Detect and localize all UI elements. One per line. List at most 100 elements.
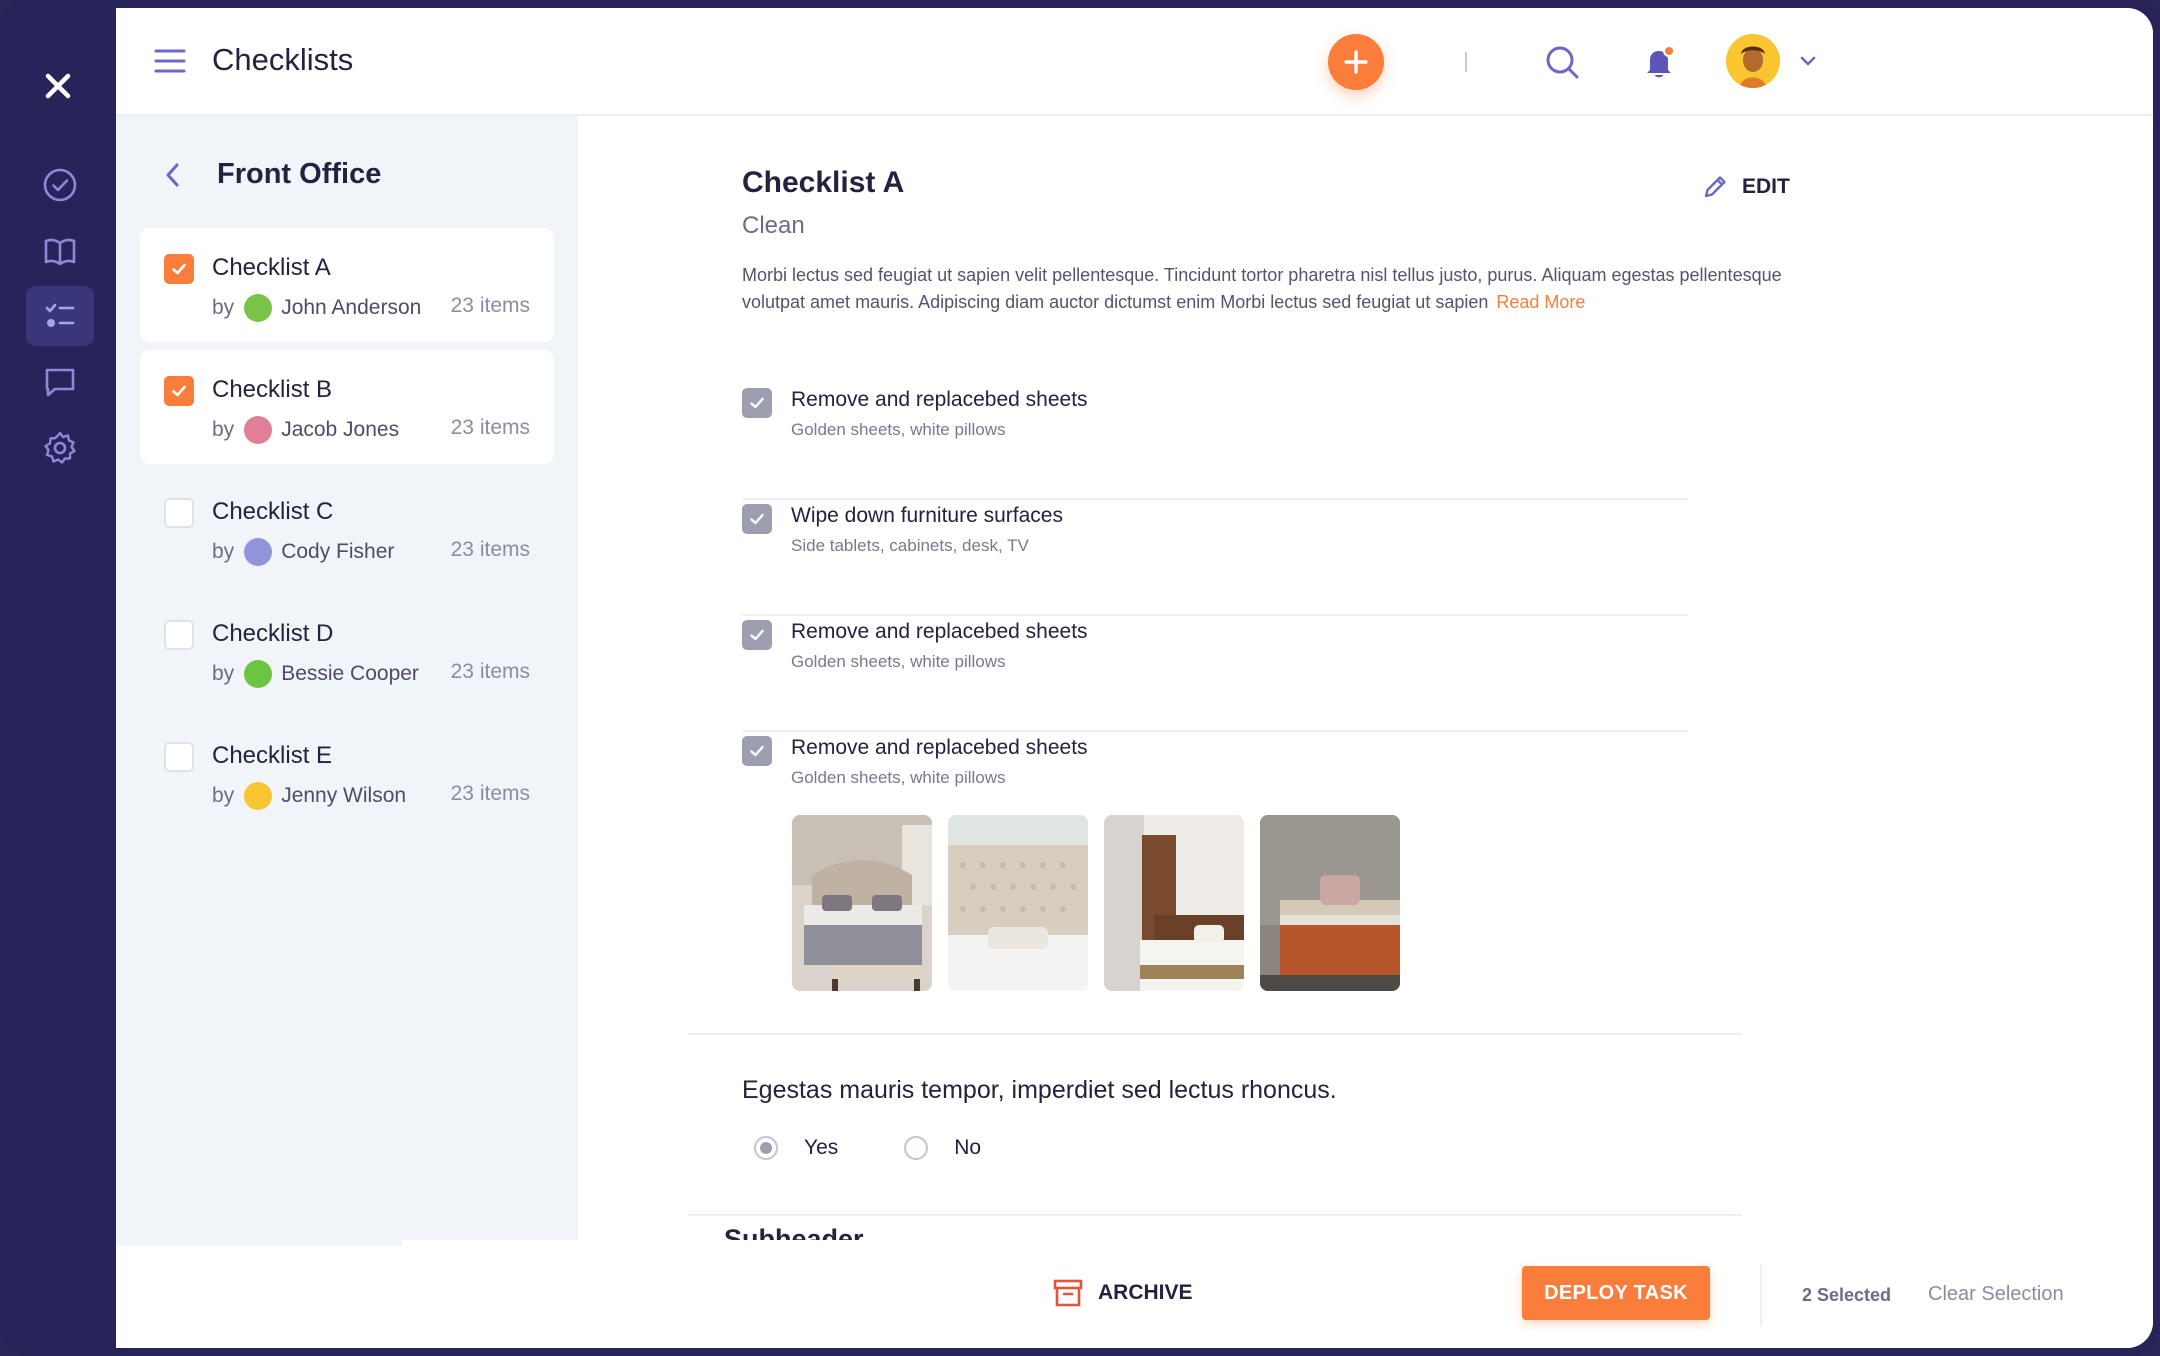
checkbox-checked[interactable]: [164, 254, 194, 284]
task-row[interactable]: Remove and replacebed sheets Golden shee…: [742, 616, 1688, 732]
task-note: Golden sheets, white pillows: [791, 652, 1006, 671]
task-checkbox[interactable]: [742, 504, 772, 534]
chevron-left-icon[interactable]: [162, 160, 184, 190]
add-button[interactable]: [1328, 34, 1384, 90]
author-name: Jacob Jones: [281, 418, 400, 441]
checklist-item[interactable]: Checklist E by Jenny Wilson 23 items: [140, 716, 554, 830]
by-label: by: [212, 784, 235, 807]
task-checkbox[interactable]: [742, 736, 772, 766]
checklist-detail: Checklist A Clean EDIT Morbi lectus sed …: [578, 116, 2153, 1246]
answer-options: Yes No: [754, 1136, 981, 1160]
check-icon: [750, 513, 764, 525]
nav-settings[interactable]: [26, 418, 94, 478]
task-checkbox[interactable]: [742, 388, 772, 418]
check-circle-icon: [43, 168, 77, 202]
bedroom-photo: [792, 815, 932, 991]
nav-tasks[interactable]: [26, 155, 94, 215]
checklist-icon: [45, 303, 75, 327]
plus-icon: [1344, 50, 1368, 74]
nav-rail: [0, 0, 116, 1356]
by-label: by: [212, 296, 235, 319]
archive-button[interactable]: ARCHIVE: [1052, 1278, 1193, 1308]
check-icon: [750, 397, 764, 409]
author-avatar: [244, 294, 273, 322]
checklist-item[interactable]: Checklist A by John Anderson 23 items: [140, 228, 554, 342]
app-window: Checklists Front Office Checklist A by J…: [116, 8, 2153, 1348]
description-text: Morbi lectus sed feugiat ut sapien velit…: [742, 265, 1782, 312]
section-divider: [688, 1214, 1742, 1216]
detail-description: Morbi lectus sed feugiat ut sapien velit…: [742, 262, 1802, 316]
bell-icon[interactable]: [1640, 42, 1678, 82]
photo-thumbnail[interactable]: [1260, 815, 1400, 991]
menu-icon[interactable]: [154, 48, 186, 74]
close-icon[interactable]: [36, 64, 80, 108]
edit-label: EDIT: [1742, 175, 1790, 198]
action-divider: [1760, 1264, 1762, 1326]
read-more-link[interactable]: Read More: [1496, 292, 1585, 312]
deploy-task-button[interactable]: DEPLOY TASK: [1522, 1266, 1710, 1320]
author-name: Bessie Cooper: [281, 662, 419, 685]
checklist-title: Checklist D: [212, 620, 334, 647]
checkbox-unchecked[interactable]: [164, 620, 194, 650]
checklist-title: Checklist B: [212, 376, 333, 403]
photo-thumbnail[interactable]: [948, 815, 1088, 991]
photo-gallery: [792, 815, 1400, 991]
edit-button[interactable]: EDIT: [1700, 172, 1790, 202]
checklist-title: Checklist C: [212, 498, 334, 525]
radio-yes-label: Yes: [804, 1136, 839, 1159]
task-row[interactable]: Remove and replacebed sheets Golden shee…: [742, 384, 1688, 500]
checklist-panel: Front Office Checklist A by John Anderso…: [116, 116, 578, 1246]
section-divider: [688, 1033, 1742, 1035]
radio-selected-dot: [760, 1142, 772, 1154]
checklist-title: Checklist A: [212, 254, 331, 281]
checkbox-checked[interactable]: [164, 376, 194, 406]
check-icon: [172, 385, 186, 397]
archive-icon: [1053, 1279, 1083, 1307]
panel-title: Front Office: [217, 158, 382, 190]
checklist-item[interactable]: Checklist D by Bessie Cooper 23 items: [140, 594, 554, 708]
item-count: 23 items: [450, 416, 530, 439]
checkbox-unchecked[interactable]: [164, 498, 194, 528]
book-icon: [44, 238, 76, 266]
photo-thumbnail[interactable]: [792, 815, 932, 991]
gear-icon: [44, 431, 76, 464]
task-note: Golden sheets, white pillows: [791, 420, 1006, 439]
author-avatar: [244, 782, 273, 810]
window-frame: Checklists Front Office Checklist A by J…: [0, 0, 2160, 1356]
check-icon: [750, 629, 764, 641]
checklist-title: Checklist E: [212, 742, 333, 769]
task-name: Wipe down furniture surfaces: [791, 504, 1063, 527]
author-name: John Anderson: [281, 296, 422, 319]
radio-no[interactable]: [904, 1136, 929, 1160]
chevron-down-icon[interactable]: [1798, 54, 1818, 68]
nav-messages[interactable]: [26, 352, 94, 412]
clear-selection-button[interactable]: Clear Selection: [1928, 1283, 2064, 1306]
task-checkbox[interactable]: [742, 620, 772, 650]
user-avatar[interactable]: [1726, 34, 1780, 88]
item-count: 23 items: [450, 294, 530, 317]
task-row[interactable]: Wipe down furniture surfaces Side tablet…: [742, 500, 1688, 616]
check-icon: [750, 745, 764, 757]
author-avatar: [244, 538, 273, 566]
author-avatar: [244, 416, 273, 444]
checkbox-unchecked[interactable]: [164, 742, 194, 772]
photo-thumbnail[interactable]: [1104, 815, 1244, 991]
task-name: Remove and replacebed sheets: [791, 736, 1088, 759]
search-icon[interactable]: [1542, 42, 1582, 82]
task-note: Side tablets, cabinets, desk, TV: [791, 536, 1029, 555]
toolbar-divider: [1465, 52, 1467, 72]
chat-icon: [45, 368, 75, 397]
detail-title: Checklist A: [742, 166, 905, 199]
page-title: Checklists: [212, 42, 354, 77]
radio-yes[interactable]: [754, 1136, 778, 1160]
checklist-author: by Jenny Wilson: [212, 782, 406, 810]
author-avatar: [244, 660, 273, 688]
checklist-item[interactable]: Checklist C by Cody Fisher 23 items: [140, 472, 554, 586]
checklist-item[interactable]: Checklist B by Jacob Jones 23 items: [140, 350, 554, 464]
nav-checklists[interactable]: [26, 286, 94, 346]
nav-library[interactable]: [26, 221, 94, 281]
question-text: Egestas mauris tempor, imperdiet sed lec…: [742, 1076, 1337, 1104]
by-label: by: [212, 540, 235, 563]
item-count: 23 items: [450, 538, 530, 561]
radio-no-label: No: [954, 1136, 982, 1159]
